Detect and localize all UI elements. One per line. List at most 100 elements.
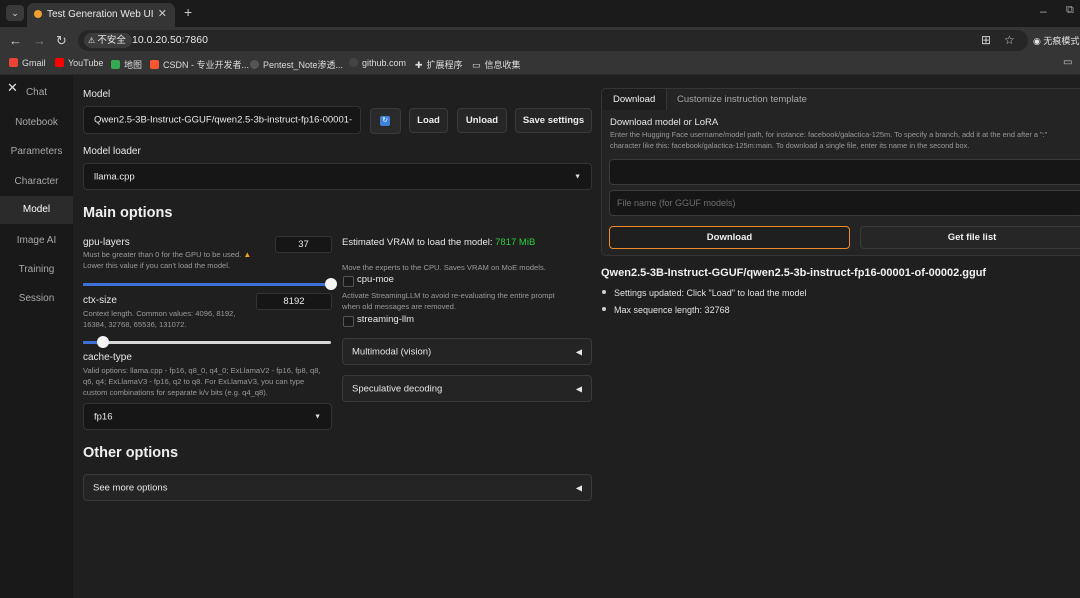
cpu-moe-checkbox[interactable] [343, 276, 354, 287]
model-label: Model [83, 89, 111, 100]
model-loader-dropdown[interactable]: llama.cpp ▼ [83, 163, 592, 190]
gpu-layers-input[interactable]: 37 [275, 236, 332, 253]
refresh-icon: ↻ [380, 116, 390, 126]
streaming-llm-checkbox[interactable] [343, 316, 354, 327]
caret-left-icon: ◀ [575, 384, 582, 393]
bookmark-maps[interactable]: 地图 [111, 58, 142, 71]
speculative-decoding-accordion[interactable]: Speculative decoding ◀ [342, 375, 592, 402]
browser-tab-bar: ⌄ Test Generation Web UI ✕ + – ⧉ [0, 0, 1080, 27]
bookmark-label: github.com [362, 58, 407, 68]
refresh-models-button[interactable]: ↻ [370, 108, 401, 134]
bookmark-label: 信息收集 [484, 60, 521, 70]
window-restore-button[interactable]: ⧉ [1066, 4, 1074, 17]
download-info-line: Enter the Hugging Face username/model pa… [610, 130, 1048, 139]
bookmark-pentest[interactable]: Pentest_Note渗透... [250, 58, 343, 71]
sidebar-item-character[interactable]: Character [0, 176, 73, 187]
bookmark-extensions[interactable]: ✚ 扩展程序 [415, 58, 463, 71]
tab-download[interactable]: Download [602, 89, 668, 110]
vram-estimate: Estimated VRAM to load the model: 7817 M… [342, 237, 535, 248]
see-more-options-accordion[interactable]: See more options ◀ [83, 474, 592, 501]
model-dropdown[interactable]: Qwen2.5-3B-Instruct-GGUF/qwen2.5-3b-inst… [83, 106, 361, 134]
puzzle-icon: ✚ [415, 60, 423, 70]
streaming-info: Activate StreamingLLM to avoid re-evalua… [342, 291, 592, 313]
bookmark-github[interactable]: github.com [349, 58, 406, 68]
url-text[interactable]: 10.0.20.50:7860 [132, 34, 208, 46]
ctx-size-input[interactable]: 8192 [256, 293, 332, 310]
gmail-icon [9, 58, 18, 67]
tab-close-icon[interactable]: ✕ [158, 7, 167, 20]
tab-title: Test Generation Web UI [47, 9, 154, 20]
warning-icon: ⚠ [88, 36, 98, 45]
streaming-llm-label: streaming-llm [357, 314, 415, 325]
speculative-decoding-label: Speculative decoding [352, 383, 443, 394]
other-options-title: Other options [83, 445, 179, 461]
new-tab-button[interactable]: + [184, 4, 192, 20]
see-more-options-label: See more options [93, 482, 168, 493]
model-loader-value: llama.cpp [94, 171, 135, 182]
status-item: Max sequence length: 32768 [602, 305, 730, 315]
cache-type-dropdown[interactable]: fp16 ▼ [83, 403, 332, 430]
load-button[interactable]: Load [409, 108, 448, 133]
browser-tab[interactable]: Test Generation Web UI ✕ [27, 3, 175, 27]
main-options-title: Main options [83, 205, 173, 221]
github-icon [349, 58, 358, 67]
gpu-layers-slider[interactable] [83, 278, 337, 290]
download-button[interactable]: Download [609, 226, 850, 249]
sidebar-item-notebook[interactable]: Notebook [0, 117, 73, 128]
bookmark-label: YouTube [68, 58, 104, 68]
save-settings-button[interactable]: Save settings [515, 108, 592, 133]
window-minimize-button[interactable]: – [1040, 4, 1047, 18]
forward-arrow-icon[interactable]: → [33, 33, 46, 48]
ctx-size-info-line: 16384, 32768, 65536, 131072. [83, 319, 187, 329]
tab-favicon-icon [34, 10, 42, 18]
bookmark-csdn[interactable]: CSDN - 专业开发者... [150, 58, 249, 71]
cache-type-label: cache-type [83, 352, 132, 363]
tab-search-icon[interactable]: ⌄ [6, 5, 24, 21]
bookmark-star-icon[interactable]: ☆ [1004, 33, 1015, 47]
sidebar-item-training[interactable]: Training [0, 264, 73, 275]
status-title: Qwen2.5-3B-Instruct-GGUF/qwen2.5-3b-inst… [601, 267, 987, 279]
bookmark-label: Gmail [22, 58, 46, 68]
maps-icon [111, 60, 120, 69]
bookmark-label: 扩展程序 [426, 60, 463, 70]
sidebar-item-session[interactable]: Session [0, 293, 73, 304]
cache-type-value: fp16 [94, 411, 113, 422]
cache-type-info-line: custom combinations for separate k/v bit… [83, 387, 268, 397]
reload-icon[interactable]: ↻ [56, 33, 67, 49]
bookmark-label: Pentest_Note渗透... [263, 60, 344, 70]
bookmark-label: CSDN - 专业开发者... [163, 60, 250, 70]
sidebar: ✕ Chat Notebook Parameters Character Mod… [0, 75, 73, 598]
slider-thumb[interactable] [96, 336, 109, 348]
bookmark-folder-info[interactable]: ▭ 信息收集 [472, 58, 521, 71]
bookmark-youtube[interactable]: YouTube [55, 58, 103, 68]
chevron-down-icon: ▼ [314, 413, 321, 420]
sidebar-item-parameters[interactable]: Parameters [0, 146, 73, 157]
sidebar-item-chat[interactable]: Chat [0, 87, 73, 98]
back-arrow-icon[interactable]: ← [9, 33, 22, 48]
file-name-input[interactable]: File name (for GGUF models) [609, 190, 1080, 216]
get-file-list-button[interactable]: Get file list [860, 226, 1080, 249]
status-item-text: Settings updated: Click "Load" to load t… [614, 288, 807, 298]
pentest-icon [250, 60, 259, 69]
all-bookmarks-folder-icon[interactable]: ▭ [1063, 57, 1072, 68]
insecure-badge[interactable]: ⚠ 不安全 [84, 33, 132, 48]
bookmark-gmail[interactable]: Gmail [9, 58, 46, 68]
address-bar[interactable]: ⚠ 不安全 10.0.20.50:7860 ⊞ ☆ [78, 30, 1028, 51]
model-path-input[interactable] [609, 159, 1080, 185]
multimodal-accordion[interactable]: Multimodal (vision) ◀ [342, 338, 592, 365]
sidebar-item-image-ai[interactable]: Image AI [0, 235, 73, 246]
ctx-size-slider[interactable] [83, 336, 331, 348]
translate-icon[interactable]: ⊞ [981, 33, 991, 47]
model-value: Qwen2.5-3B-Instruct-GGUF/qwen2.5-3b-inst… [94, 114, 352, 126]
streaming-info-line: when old messages are removed. [342, 301, 456, 311]
tab-customize-instruction-template[interactable]: Customize instruction template [677, 89, 807, 110]
folder-icon: ▭ [472, 60, 481, 70]
ctx-size-label: ctx-size [83, 295, 117, 306]
bookmarks-bar: Gmail YouTube 地图 CSDN - 专业开发者... Pentest… [0, 54, 1080, 75]
cache-type-info-line: q6, q4; ExLlamaV3 - fp16, q2 to q8. For … [83, 376, 305, 386]
sidebar-item-model[interactable]: Model [0, 196, 73, 224]
slider-thumb[interactable] [325, 278, 337, 290]
incognito-profile[interactable]: ◉ 无痕模式 [1033, 34, 1079, 47]
caret-left-icon: ◀ [575, 347, 582, 356]
unload-button[interactable]: Unload [457, 108, 507, 133]
